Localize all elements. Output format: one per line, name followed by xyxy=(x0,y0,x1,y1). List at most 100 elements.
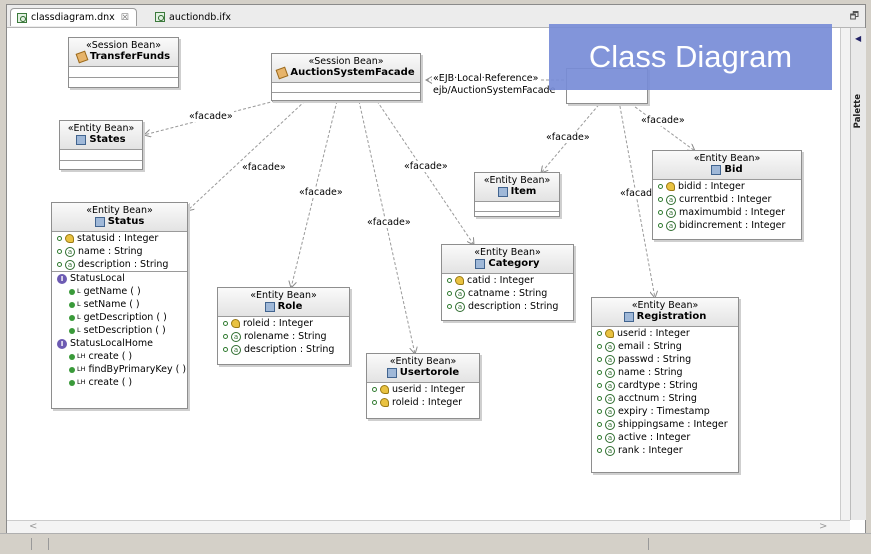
entity-bean-icon xyxy=(497,187,508,197)
method-text: findByPrimaryKey ( ) xyxy=(88,364,187,375)
class-box-transferfunds[interactable]: «Session Bean» TransferFunds xyxy=(68,37,179,88)
field-row[interactable]: catid : Integer xyxy=(442,274,573,287)
stereotype: «Entity Bean» xyxy=(483,175,551,186)
method-icon xyxy=(69,288,75,295)
maximize-icon[interactable]: 🗗 xyxy=(850,9,859,26)
slide-title-overlay: Class Diagram xyxy=(549,24,832,90)
facade-label: «facade» xyxy=(188,111,234,122)
attribute-icon: a xyxy=(666,207,676,218)
method-text: setName ( ) xyxy=(83,299,140,310)
public-visibility-icon xyxy=(597,383,602,388)
facade-label: «facade» xyxy=(403,161,449,172)
field-row[interactable]: bidid : Integer xyxy=(653,180,801,193)
method-row[interactable]: LsetDescription ( ) xyxy=(52,324,187,337)
public-visibility-icon xyxy=(57,262,62,267)
method-row[interactable]: LH findByPrimaryKey ( ) xyxy=(52,363,187,376)
local-marker: L xyxy=(77,326,81,334)
class-box-states[interactable]: «Entity Bean» States xyxy=(59,120,143,170)
method-row[interactable]: LH create ( ) xyxy=(52,376,187,389)
class-box-status[interactable]: «Entity Bean» Status statusid : Integer … xyxy=(51,202,188,409)
method-text: create ( ) xyxy=(88,351,133,362)
public-visibility-icon xyxy=(658,197,663,202)
field-row[interactable]: a catname : String xyxy=(442,287,573,300)
method-row[interactable]: LgetName ( ) xyxy=(52,285,187,298)
ejb-reference-label: «EJB·Local·Reference» xyxy=(432,73,540,84)
field-row[interactable]: roleid : Integer xyxy=(367,396,479,409)
scroll-right-icon[interactable]: > xyxy=(819,521,827,532)
field-row[interactable]: a cardtype : String xyxy=(592,379,738,392)
horizontal-scrollbar[interactable]: < > xyxy=(7,520,850,534)
attribute-icon: a xyxy=(605,406,615,417)
class-header: «Entity Bean» Category xyxy=(442,245,573,274)
field-row[interactable]: statusid : Integer xyxy=(52,232,187,245)
attribute-icon: a xyxy=(231,331,241,342)
method-row[interactable]: LH create ( ) xyxy=(52,350,187,363)
field-row[interactable]: a rank : Integer xyxy=(592,444,738,457)
facade-to-registration-line xyxy=(618,100,655,298)
field-row[interactable]: userid : Integer xyxy=(367,383,479,396)
public-visibility-icon xyxy=(57,249,62,254)
field-row[interactable]: a description : String xyxy=(52,258,187,271)
class-name-text: TransferFunds xyxy=(89,51,171,62)
close-tab-icon[interactable]: ☒ xyxy=(121,13,129,23)
class-box-category[interactable]: «Entity Bean» Category catid : Integer a… xyxy=(441,244,574,321)
tab-auctiondb[interactable]: auctiondb.ifx xyxy=(149,8,245,26)
field-row[interactable]: a shippingsame : Integer xyxy=(592,418,738,431)
field-row[interactable]: roleid : Integer xyxy=(218,317,349,330)
facade-label: «facade» xyxy=(545,132,591,143)
class-box-auctionsystemfacade[interactable]: «Session Bean» AuctionSystemFacade xyxy=(271,53,421,101)
field-row[interactable]: a email : String xyxy=(592,340,738,353)
attribute-icon: a xyxy=(666,194,676,205)
diagram-file-icon xyxy=(17,12,27,23)
local-marker: L xyxy=(77,287,81,295)
class-box-item[interactable]: «Entity Bean» Item xyxy=(474,172,560,217)
palette-label: Palette xyxy=(853,94,863,129)
class-box-registration[interactable]: «Entity Bean» Registration userid : Inte… xyxy=(591,297,739,473)
class-box-usertorole[interactable]: «Entity Bean» Usertorole userid : Intege… xyxy=(366,353,480,419)
ejb-reference-name: ejb/AuctionSystemFacade xyxy=(432,85,557,96)
entity-bean-icon xyxy=(94,217,105,227)
method-icon xyxy=(69,379,75,386)
method-row[interactable]: LsetName ( ) xyxy=(52,298,187,311)
field-row[interactable]: a active : Integer xyxy=(592,431,738,444)
field-row[interactable]: userid : Integer xyxy=(592,327,738,340)
field-text: userid : Integer xyxy=(392,384,465,395)
field-row[interactable]: a maximumbid : Integer xyxy=(653,206,801,219)
interface-row[interactable]: I StatusLocalHome xyxy=(52,337,187,350)
class-name-text: States xyxy=(89,134,126,145)
field-row[interactable]: a currentbid : Integer xyxy=(653,193,801,206)
field-row[interactable]: a bidincrement : Integer xyxy=(653,219,801,232)
class-box-bid[interactable]: «Entity Bean» Bid bidid : Integer a curre… xyxy=(652,150,802,240)
class-box-role[interactable]: «Entity Bean» Role roleid : Integer a rol… xyxy=(217,287,350,365)
field-row[interactable]: a description : String xyxy=(442,300,573,313)
tab-classdiagram[interactable]: classdiagram.dnx ☒ xyxy=(10,8,137,26)
scroll-left-icon[interactable]: < xyxy=(29,521,37,532)
field-row[interactable]: a description : String xyxy=(218,343,349,356)
field-row[interactable]: a expiry : Timestamp xyxy=(592,405,738,418)
class-name: Item xyxy=(475,186,559,198)
entity-bean-icon xyxy=(386,368,397,378)
class-header: «Entity Bean» Registration xyxy=(592,298,738,327)
field-text: catid : Integer xyxy=(467,275,534,286)
collapse-palette-icon[interactable]: ◀ xyxy=(855,34,861,43)
method-row[interactable]: LgetDescription ( ) xyxy=(52,311,187,324)
attribute-icon: a xyxy=(666,220,676,231)
field-row[interactable]: a name : String xyxy=(592,366,738,379)
attribute-icon: a xyxy=(605,445,615,456)
class-header: «Entity Bean» Item xyxy=(475,173,559,202)
field-row[interactable]: a rolename : String xyxy=(218,330,349,343)
field-row[interactable]: a acctnum : String xyxy=(592,392,738,405)
interface-name: StatusLocal xyxy=(70,273,125,284)
local-home-marker: LH xyxy=(77,365,86,373)
field-text: bidincrement : Integer xyxy=(679,220,786,231)
interface-row[interactable]: I StatusLocal xyxy=(52,272,187,285)
palette-panel[interactable]: ◀ Palette xyxy=(850,28,866,520)
class-name-text: Role xyxy=(277,301,303,312)
attribute-icon: a xyxy=(605,367,615,378)
public-visibility-icon xyxy=(223,321,228,326)
field-row[interactable]: a passwd : String xyxy=(592,353,738,366)
field-row[interactable]: a name : String xyxy=(52,245,187,258)
attribute-section xyxy=(475,202,559,212)
public-visibility-icon xyxy=(658,223,663,228)
diagram-canvas[interactable]: «facade» «facade» «facade» «facade» «fac… xyxy=(7,28,840,520)
